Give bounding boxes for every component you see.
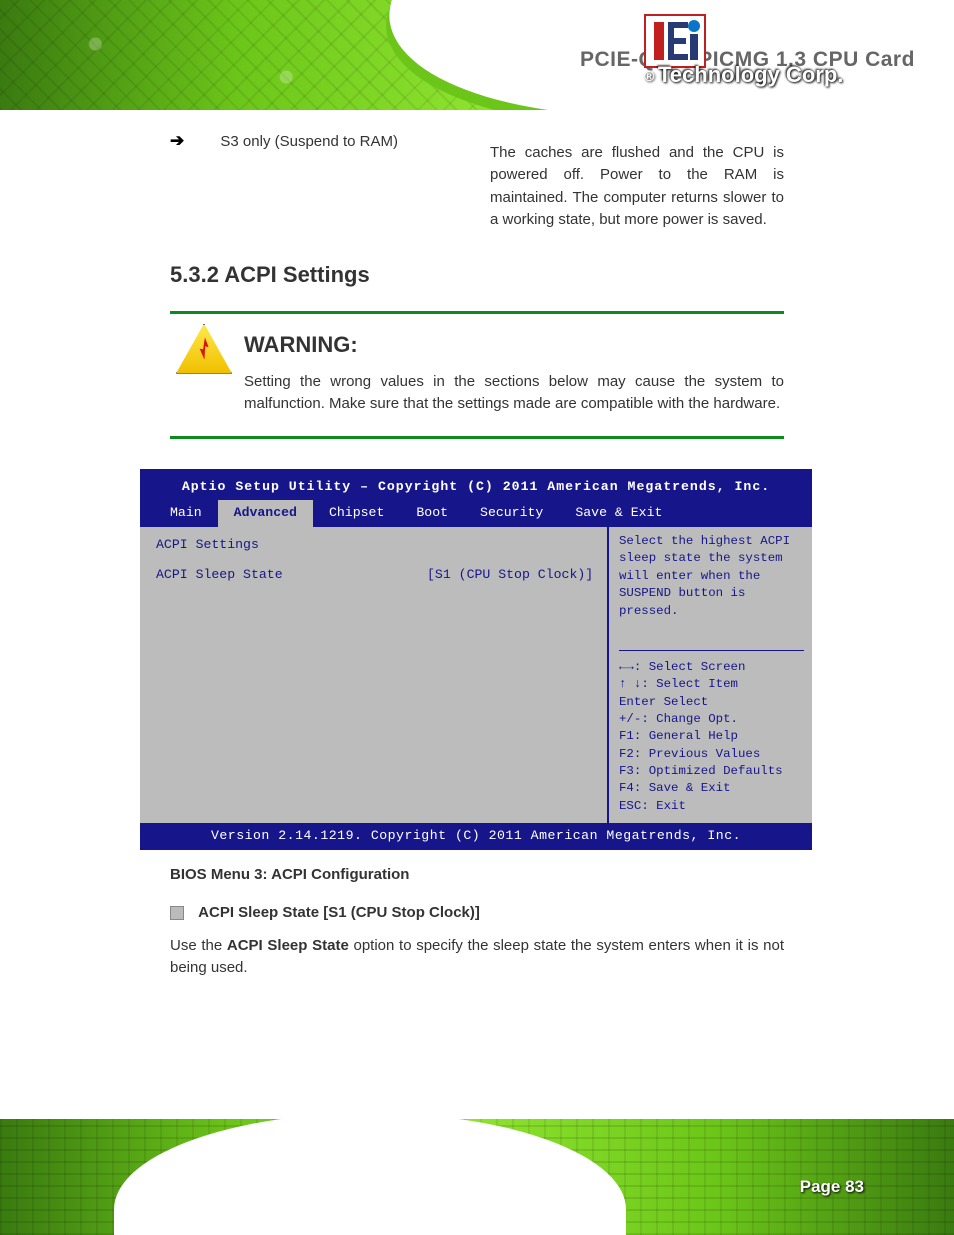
warning-text: Setting the wrong values in the sections… [244,371,784,416]
s3-term: S3 only (Suspend to RAM) [220,131,480,154]
bios-tab-security[interactable]: Security [464,500,559,527]
bios-key-8: ESC: Exit [619,798,804,815]
bios-key-0: ←→: Select Screen [619,659,804,676]
footer-swoop [120,1119,620,1235]
bios-key-7: F4: Save & Exit [619,780,804,797]
bios-left-pane: ACPI Settings ACPI Sleep State [S1 (CPU … [140,527,607,823]
bios-tab-chipset[interactable]: Chipset [313,500,400,527]
brand-logo: ® Technology Corp. [644,10,924,90]
bios-tab-saveexit[interactable]: Save & Exit [559,500,678,527]
bios-left-heading: ACPI Settings [156,535,597,555]
bios-key-5: F2: Previous Values [619,746,804,763]
bios-help-sep [619,650,804,651]
section-heading: 5.3.2 ACPI Settings [170,258,784,291]
figure-caption: BIOS Menu 3: ACPI Configuration [170,864,784,887]
bios-tab-advanced[interactable]: Advanced [218,500,313,527]
bios-key-4: F1: General Help [619,728,804,745]
brand-name: Technology Corp. [658,62,843,88]
bios-item-key: ACPI Sleep State [156,565,427,585]
warning-bottom-rule [170,436,784,439]
bios-item-value: [S1 (CPU Stop Clock)] [427,565,597,585]
bios-tab-boot[interactable]: Boot [400,500,464,527]
acpi-option-body: Use the ACPI Sleep State option to speci… [170,935,784,980]
registered-symbol: ® [644,68,654,84]
warning-block: WARNING: Setting the wrong values in the… [170,311,784,439]
bios-tab-row: Main Advanced Chipset Boot Security Save… [140,500,812,527]
bios-footer: Version 2.14.1219. Copyright (C) 2011 Am… [140,823,812,850]
bios-item-acpi-sleep[interactable]: ACPI Sleep State [S1 (CPU Stop Clock)] [156,565,597,585]
bios-key-1: ↑ ↓: Select Item [619,676,804,693]
bios-key-2: Enter Select [619,694,804,711]
logo-mark [644,14,706,68]
warning-title: WARNING: [244,328,784,361]
square-icon [170,906,184,920]
bios-title: Aptio Setup Utility – Copyright (C) 2011… [140,473,812,501]
arrow-icon: ➔ [170,131,184,150]
bios-key-3: +/-: Change Opt. [619,711,804,728]
bios-help-text: Select the highest ACPI sleep state the … [619,533,804,620]
page-content: ➔ S3 only (Suspend to RAM) The caches ar… [0,120,954,1006]
bios-help-pane: Select the highest ACPI sleep state the … [607,527,812,823]
bios-tab-main[interactable]: Main [154,500,218,527]
bios-key-6: F3: Optimized Defaults [619,763,804,780]
page-number: Page 83 [800,1177,864,1197]
bios-panel: Aptio Setup Utility – Copyright (C) 2011… [140,469,812,850]
warning-icon [176,324,232,374]
acpi-option-heading: ACPI Sleep State [S1 (CPU Stop Clock)] [170,902,784,925]
s3-description: The caches are flushed and the CPU is po… [490,142,784,232]
